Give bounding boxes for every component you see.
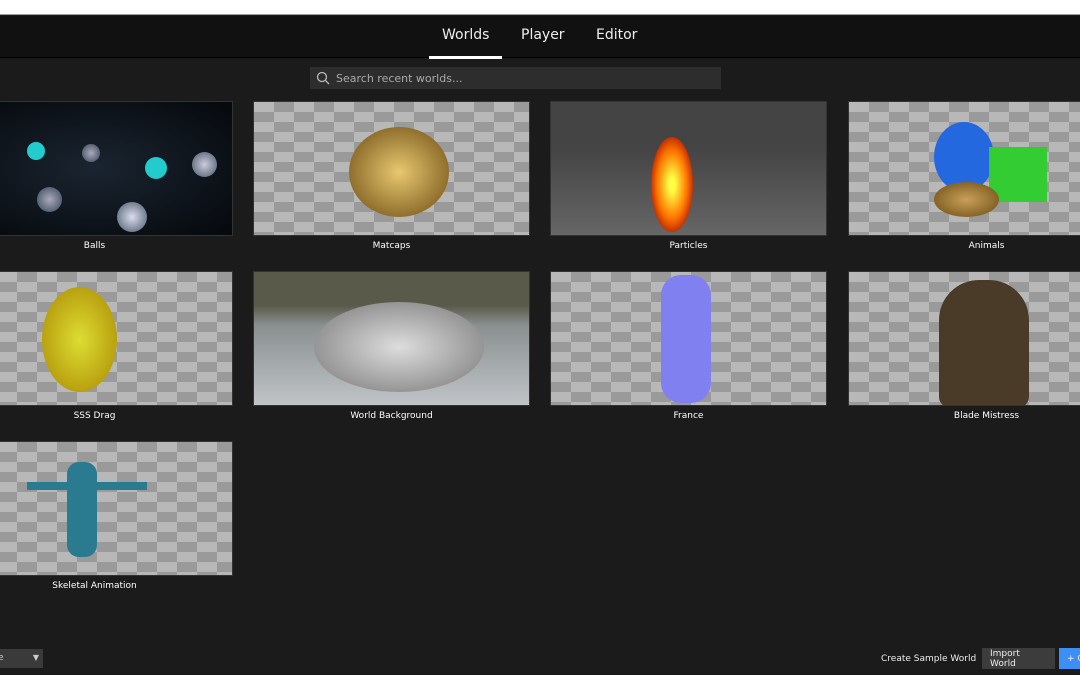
create-sample-world-button[interactable]: Create Sample World (873, 648, 984, 669)
world-card-sss-drag[interactable]: SSS Drag (0, 271, 233, 421)
world-card-matcaps[interactable]: Matcaps (253, 101, 530, 251)
thumbnail (550, 271, 827, 406)
import-world-button[interactable]: Import World (982, 648, 1055, 669)
world-card-animals[interactable]: Animals (848, 101, 1080, 251)
thumbnail (253, 101, 530, 236)
sort-value: e (0, 653, 4, 663)
thumbnail (0, 441, 233, 576)
world-title: France (673, 411, 704, 421)
thumbnail (550, 101, 827, 236)
thumbnail (0, 101, 233, 236)
world-card-particles[interactable]: Particles (550, 101, 827, 251)
world-card-world-background[interactable]: World Background (253, 271, 530, 421)
thumbnail (848, 271, 1080, 406)
thumbnail (848, 101, 1080, 236)
world-title: Animals (968, 241, 1005, 251)
search-input[interactable]: Search recent worlds... (310, 67, 721, 89)
search-placeholder: Search recent worlds... (336, 71, 463, 85)
tab-player[interactable]: Player (521, 27, 565, 43)
sort-dropdown[interactable]: e ▼ (0, 649, 43, 668)
create-world-button[interactable]: + C (1059, 648, 1080, 669)
world-card-blade-mistress[interactable]: Blade Mistress (848, 271, 1080, 421)
world-title: Skeletal Animation (52, 581, 137, 591)
world-title: SSS Drag (73, 411, 116, 421)
world-title: Particles (669, 241, 708, 251)
thumbnail (253, 271, 530, 406)
thumbnail (0, 271, 233, 406)
world-title: Balls (83, 241, 106, 251)
world-card-france[interactable]: France (550, 271, 827, 421)
world-title: World Background (350, 411, 433, 421)
top-nav: Worlds Player Editor (0, 16, 1080, 59)
world-card-balls[interactable]: Balls (0, 101, 233, 251)
window-top-bar (0, 0, 1080, 15)
search-icon (316, 71, 330, 85)
tab-editor[interactable]: Editor (596, 27, 637, 43)
world-title: Matcaps (372, 241, 411, 251)
chevron-down-icon: ▼ (32, 653, 39, 662)
tab-worlds[interactable]: Worlds (428, 27, 503, 59)
world-title: Blade Mistress (953, 411, 1020, 421)
world-card-skeletal-animation[interactable]: Skeletal Animation (0, 441, 233, 591)
